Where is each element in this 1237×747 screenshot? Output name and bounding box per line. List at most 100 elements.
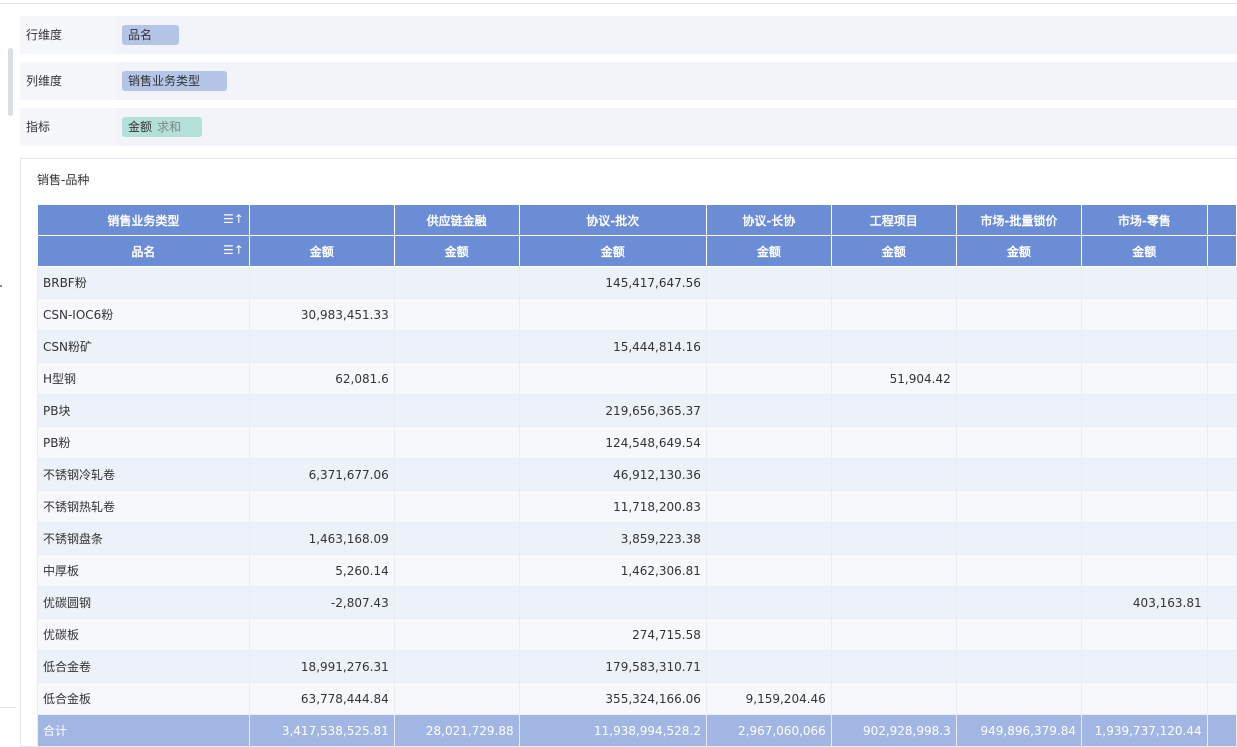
value-cell: 9,159,204.46 xyxy=(705,682,832,715)
overflow-cell xyxy=(1206,490,1237,523)
value-cell xyxy=(705,298,832,331)
value-cell xyxy=(393,522,520,555)
value-cell: 51,904.42 xyxy=(830,362,957,395)
overflow-cell xyxy=(1206,458,1237,491)
table-row: 不锈钢盘条 1,463,168.09 3,859,223.38 xyxy=(37,522,1237,555)
value-cell xyxy=(955,266,1082,299)
pivot-body: BRBF粉 145,417,647.56 CSN-IOC6粉 30,983,451.3… xyxy=(37,266,1237,747)
column-dimension-chip[interactable]: 销售业务类型 xyxy=(122,71,227,91)
value-cell: 46,912,130.36 xyxy=(518,458,707,491)
row-name-cell: 不锈钢盘条 xyxy=(37,522,250,555)
col-group-header[interactable] xyxy=(248,204,395,236)
value-cell xyxy=(705,650,832,683)
row-dimension-chip[interactable]: 品名 xyxy=(122,25,179,45)
row-name-cell: 不锈钢冷轧卷 xyxy=(37,458,250,491)
value-cell xyxy=(518,298,707,331)
value-cell xyxy=(830,650,957,683)
left-edge-marker xyxy=(0,285,2,287)
value-cell xyxy=(955,330,1082,363)
value-cell xyxy=(955,458,1082,491)
value-cell: 5,260.14 xyxy=(248,554,395,587)
col-group-header[interactable]: 市场-零售 xyxy=(1080,204,1208,236)
col-group-header[interactable]: 供应链金融 xyxy=(393,204,520,236)
measure-header[interactable]: 金额 xyxy=(830,235,957,267)
total-row: 合计 3,417,538,525.81 28,021,729.88 11,938,99… xyxy=(37,714,1237,747)
value-cell xyxy=(393,298,520,331)
row-name-cell: 低合金板 xyxy=(37,682,250,715)
row-dimension-header[interactable]: 品名 ☰↑ xyxy=(37,235,250,267)
col-group-header[interactable]: 协议-长协 xyxy=(705,204,832,236)
value-cell xyxy=(705,554,832,587)
overflow-cell xyxy=(1206,394,1237,427)
value-cell xyxy=(393,618,520,651)
value-cell xyxy=(1080,554,1208,587)
measure-header[interactable]: 金额 xyxy=(955,235,1082,267)
col-group-header[interactable]: 协议-批次 xyxy=(518,204,707,236)
value-cell xyxy=(705,458,832,491)
row-name-cell: CSN粉矿 xyxy=(37,330,250,363)
value-cell xyxy=(1080,618,1208,651)
measure-header[interactable]: 金额 xyxy=(393,235,520,267)
value-cell: -2,807.43 xyxy=(248,586,395,619)
row-name-cell: 不锈钢热轧卷 xyxy=(37,490,250,523)
row-dimension-bar: 行维度 品名 xyxy=(20,16,1237,54)
value-cell: 62,081.6 xyxy=(248,362,395,395)
value-cell xyxy=(393,362,520,395)
row-dimension-dropzone[interactable]: 品名 xyxy=(116,16,1237,54)
value-cell xyxy=(705,586,832,619)
metric-chip[interactable]: 金额 求和 xyxy=(122,117,202,137)
value-cell xyxy=(393,682,520,715)
table-row: 中厚板 5,260.14 1,462,306.81 xyxy=(37,554,1237,587)
overflow-cell xyxy=(1206,362,1237,395)
left-scrollbar-thumb[interactable] xyxy=(8,48,13,116)
column-dimension-label: 列维度 xyxy=(26,74,63,88)
value-cell xyxy=(248,330,395,363)
value-cell: 1,462,306.81 xyxy=(518,554,707,587)
value-cell xyxy=(955,618,1082,651)
column-dimension-header-label: 销售业务类型 xyxy=(107,213,180,228)
sort-ascending-icon[interactable]: ☰↑ xyxy=(223,243,244,257)
value-cell xyxy=(955,682,1082,715)
metric-label: 指标 xyxy=(26,120,51,134)
value-cell xyxy=(1080,650,1208,683)
value-cell xyxy=(830,522,957,555)
value-cell xyxy=(393,586,520,619)
measure-header[interactable]: 金额 xyxy=(518,235,707,267)
overflow-cell xyxy=(1206,618,1237,651)
row-name-cell: 中厚板 xyxy=(37,554,250,587)
row-name-cell: 低合金卷 xyxy=(37,650,250,683)
value-cell: 6,371,677.06 xyxy=(248,458,395,491)
value-cell xyxy=(705,426,832,459)
value-cell: 1,463,168.09 xyxy=(248,522,395,555)
value-cell xyxy=(705,330,832,363)
row-name-cell: BRBF粉 xyxy=(37,266,250,299)
metric-dropzone[interactable]: 金额 求和 xyxy=(116,108,1237,146)
top-divider xyxy=(0,3,1237,4)
row-name-cell: H型钢 xyxy=(37,362,250,395)
value-cell xyxy=(830,426,957,459)
value-cell xyxy=(830,618,957,651)
sort-ascending-icon[interactable]: ☰↑ xyxy=(223,212,244,226)
row-name-cell: PB粉 xyxy=(37,426,250,459)
value-cell xyxy=(393,426,520,459)
value-cell: 355,324,166.06 xyxy=(518,682,707,715)
value-cell: 11,718,200.83 xyxy=(518,490,707,523)
measure-header[interactable]: 金额 xyxy=(1080,235,1208,267)
value-cell xyxy=(1080,298,1208,331)
overflow-cell xyxy=(1206,714,1237,747)
value-cell xyxy=(830,330,957,363)
row-name-cell: PB块 xyxy=(37,394,250,427)
table-row: 低合金板 63,778,444.84 355,324,166.06 9,159,204… xyxy=(37,682,1237,715)
col-group-header[interactable]: 市场-批量锁价 xyxy=(955,204,1082,236)
col-group-header[interactable]: 工程项目 xyxy=(830,204,957,236)
measure-header[interactable]: 金额 xyxy=(248,235,395,267)
column-dimension-dropzone[interactable]: 销售业务类型 xyxy=(116,62,1237,100)
value-cell xyxy=(518,362,707,395)
table-row: PB粉 124,548,649.54 xyxy=(37,426,1237,459)
measure-header[interactable]: 金额 xyxy=(705,235,832,267)
value-cell xyxy=(393,554,520,587)
value-cell xyxy=(1080,394,1208,427)
value-cell xyxy=(393,490,520,523)
value-cell: 274,715.58 xyxy=(518,618,707,651)
column-dimension-header[interactable]: 销售业务类型 ☰↑ xyxy=(37,204,250,236)
